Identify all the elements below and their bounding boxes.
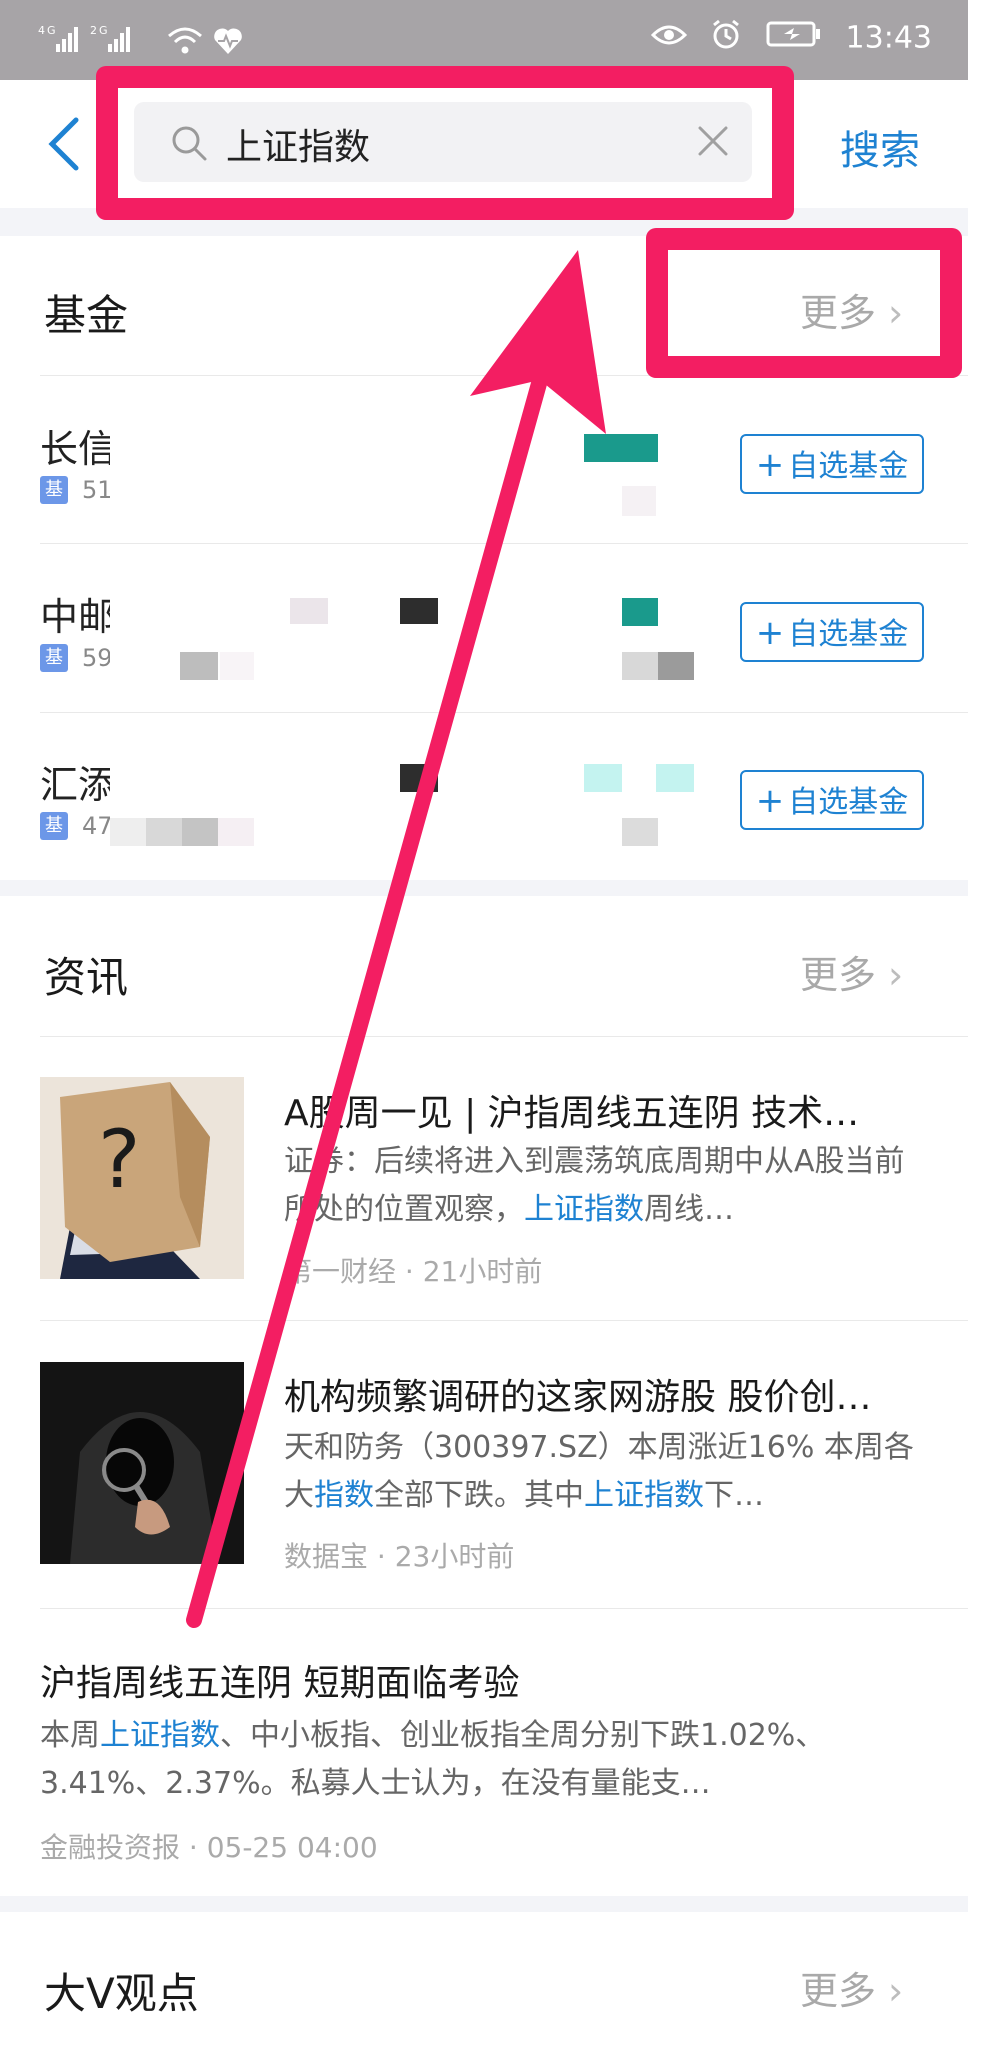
page-margin [968,0,1000,2048]
app-page: 4G 2G 13:43 上证指数 搜索 基金 更多 › 长信 基 51 + 自选… [0,0,968,2048]
annotation-arrow [186,250,606,1628]
